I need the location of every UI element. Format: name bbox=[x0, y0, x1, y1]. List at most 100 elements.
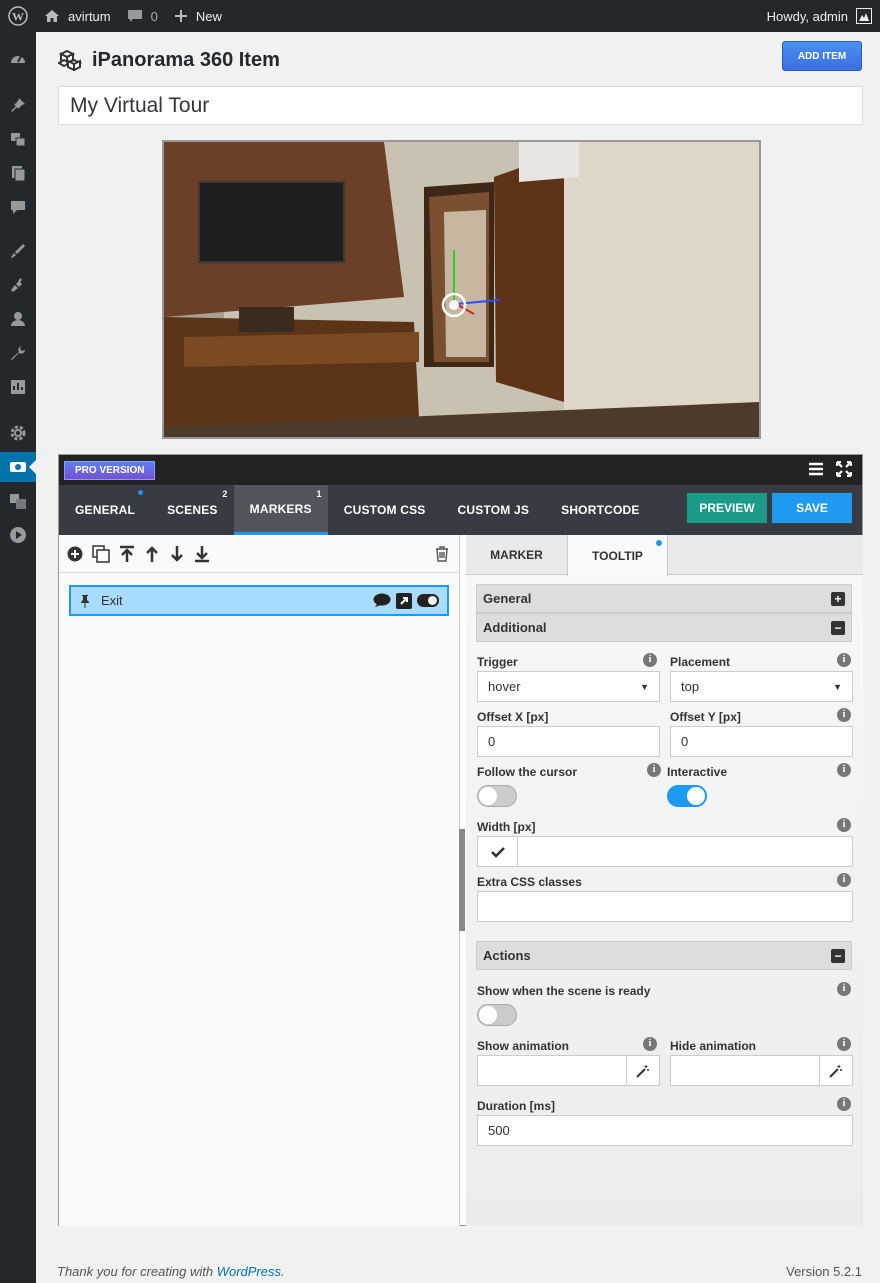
width-input[interactable] bbox=[477, 836, 853, 867]
tooltip-icon[interactable] bbox=[373, 593, 391, 608]
trigger-select[interactable]: hover ▼ bbox=[477, 671, 660, 702]
checkmark-icon[interactable] bbox=[478, 837, 518, 866]
avatar bbox=[856, 8, 872, 24]
show-animation-input[interactable] bbox=[477, 1055, 660, 1086]
wordpress-logo-icon[interactable]: W bbox=[0, 0, 36, 32]
info-icon[interactable]: i bbox=[837, 763, 851, 777]
settings-gear-icon[interactable] bbox=[0, 418, 36, 448]
interactive-label: Interactive bbox=[667, 765, 728, 779]
duration-input[interactable]: 500 bbox=[477, 1115, 853, 1146]
wordpress-link[interactable]: WordPress bbox=[217, 1264, 281, 1279]
duration-label: Duration [ms] bbox=[477, 1099, 555, 1113]
info-icon[interactable]: i bbox=[837, 708, 851, 722]
extra-css-input[interactable] bbox=[477, 891, 853, 922]
offset-x-input[interactable]: 0 bbox=[477, 726, 660, 757]
move-down-icon[interactable] bbox=[169, 545, 185, 563]
site-name-link[interactable]: avirtum bbox=[36, 0, 119, 32]
pro-version-badge[interactable]: PRO VERSION bbox=[64, 460, 156, 480]
item-builder: PRO VERSION GENERAL SCENES 2 MARKERS 1 CUS… bbox=[58, 454, 863, 1226]
item-title-input[interactable] bbox=[58, 86, 863, 125]
markers-toolbar bbox=[59, 535, 459, 573]
dashboard-icon[interactable] bbox=[0, 44, 36, 74]
info-icon[interactable]: i bbox=[837, 1037, 851, 1051]
show-animation-label: Show animation bbox=[477, 1039, 570, 1053]
fullscreen-icon[interactable] bbox=[836, 461, 852, 477]
trigger-label: Trigger bbox=[477, 655, 518, 669]
tab-tooltip[interactable]: TOOLTIP bbox=[567, 535, 668, 576]
section-general-header[interactable]: General + bbox=[476, 584, 852, 613]
tab-custom-js[interactable]: CUSTOM JS bbox=[442, 485, 546, 535]
comments-icon[interactable] bbox=[0, 192, 36, 222]
menu-icon[interactable] bbox=[808, 461, 824, 477]
info-icon[interactable]: i bbox=[837, 1097, 851, 1111]
info-icon[interactable]: i bbox=[837, 818, 851, 832]
move-bottom-icon[interactable] bbox=[194, 545, 210, 563]
save-button[interactable]: SAVE bbox=[772, 493, 852, 523]
preview-button[interactable]: PREVIEW bbox=[687, 493, 767, 523]
pages-icon[interactable] bbox=[0, 158, 36, 188]
tab-markers[interactable]: MARKERS 1 bbox=[233, 485, 328, 535]
tab-markers-badge: 1 bbox=[316, 489, 322, 499]
tab-marker[interactable]: MARKER bbox=[466, 535, 567, 575]
tab-custom-css[interactable]: CUSTOM CSS bbox=[328, 485, 442, 535]
ipanorama-menu-icon[interactable] bbox=[0, 452, 36, 482]
my-account[interactable]: Howdy, admin bbox=[767, 8, 880, 24]
show-ready-toggle[interactable] bbox=[477, 1004, 517, 1026]
media-icon[interactable] bbox=[0, 124, 36, 154]
link-icon[interactable] bbox=[396, 592, 412, 609]
info-icon[interactable]: i bbox=[837, 982, 851, 996]
move-up-icon[interactable] bbox=[144, 545, 160, 563]
tab-shortcode[interactable]: SHORTCODE bbox=[545, 485, 655, 535]
markers-panel: Exit bbox=[59, 535, 460, 1226]
magic-wand-icon[interactable] bbox=[626, 1056, 659, 1085]
expand-icon: + bbox=[831, 591, 845, 606]
hide-animation-input[interactable] bbox=[670, 1055, 853, 1086]
panorama-preview[interactable] bbox=[162, 140, 761, 439]
info-icon[interactable]: i bbox=[837, 873, 851, 887]
appearance-icon[interactable] bbox=[0, 236, 36, 266]
tab-scenes[interactable]: SCENES 2 bbox=[151, 485, 234, 535]
posts-pin-icon[interactable] bbox=[0, 90, 36, 120]
info-icon[interactable]: i bbox=[837, 653, 851, 667]
tab-general[interactable]: GENERAL bbox=[59, 485, 151, 535]
footer-version: Version 5.2.1 bbox=[786, 1264, 862, 1279]
section-actions-header[interactable]: Actions − bbox=[476, 941, 852, 970]
add-circle-icon[interactable] bbox=[67, 546, 83, 562]
interactive-toggle[interactable] bbox=[667, 785, 707, 807]
builder-tabs: GENERAL SCENES 2 MARKERS 1 CUSTOM CSS CUST… bbox=[59, 485, 862, 535]
offset-y-input[interactable]: 0 bbox=[670, 726, 853, 757]
page-header: iPanorama 360 Item bbox=[58, 44, 863, 76]
add-item-button[interactable]: ADD ITEM bbox=[782, 41, 862, 71]
comments-count: 0 bbox=[150, 8, 158, 24]
settings-panel-icon[interactable] bbox=[0, 372, 36, 402]
section-additional-header[interactable]: Additional − bbox=[476, 613, 852, 642]
placement-select[interactable]: top ▼ bbox=[670, 671, 853, 702]
extra-css-label: Extra CSS classes bbox=[477, 875, 582, 889]
play-circle-icon[interactable] bbox=[0, 520, 36, 550]
comments-link[interactable]: 0 bbox=[119, 0, 166, 32]
tools-icon[interactable] bbox=[0, 338, 36, 368]
info-icon[interactable]: i bbox=[643, 653, 657, 667]
footer-thanks: Thank you for creating with WordPress. bbox=[57, 1264, 285, 1279]
panel-splitter[interactable] bbox=[459, 829, 465, 931]
info-icon[interactable]: i bbox=[643, 1037, 657, 1051]
copy-icon[interactable] bbox=[92, 544, 110, 563]
users-icon[interactable] bbox=[0, 304, 36, 334]
new-label: New bbox=[195, 8, 222, 24]
marker-visibility-toggle[interactable] bbox=[417, 594, 439, 607]
translate-icon[interactable] bbox=[0, 486, 36, 516]
hide-animation-label: Hide animation bbox=[670, 1039, 757, 1053]
new-content-link[interactable]: New bbox=[166, 0, 230, 32]
pin-icon bbox=[81, 594, 89, 608]
plugins-icon[interactable] bbox=[0, 270, 36, 300]
trash-icon[interactable] bbox=[435, 546, 449, 562]
magic-wand-icon[interactable] bbox=[819, 1056, 852, 1085]
home-icon bbox=[45, 10, 59, 22]
placement-label: Placement bbox=[670, 655, 731, 669]
move-top-icon[interactable] bbox=[119, 545, 135, 563]
follow-cursor-toggle[interactable] bbox=[477, 785, 517, 807]
follow-cursor-label: Follow the cursor bbox=[477, 765, 578, 779]
info-icon[interactable]: i bbox=[647, 763, 661, 777]
tab-tooltip-dot bbox=[656, 540, 662, 546]
marker-list-item[interactable]: Exit bbox=[69, 585, 449, 616]
